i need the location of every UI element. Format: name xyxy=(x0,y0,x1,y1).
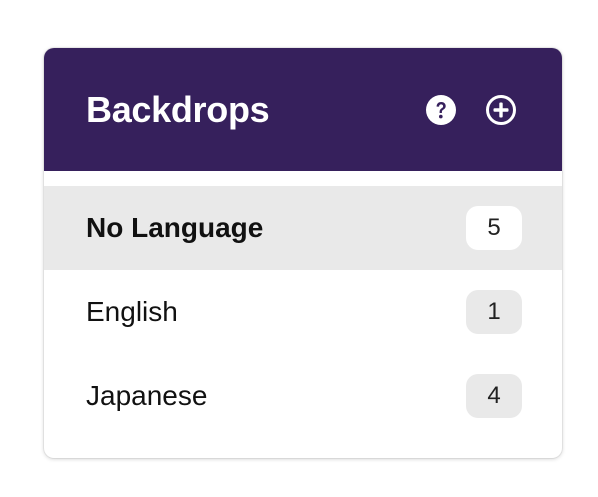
count-badge: 1 xyxy=(466,290,522,334)
language-list: No Language 5 English 1 Japanese 4 xyxy=(44,186,562,438)
plus-circle-icon xyxy=(486,94,516,125)
language-item-english[interactable]: English 1 xyxy=(44,270,562,354)
language-label: English xyxy=(86,296,178,327)
language-label: No Language xyxy=(86,212,264,243)
panel-title: Backdrops xyxy=(86,88,270,130)
count-badge: 5 xyxy=(466,206,522,250)
help-button[interactable] xyxy=(424,93,458,127)
backdrops-panel: Backdrops No Language 5 English 1 Japane… xyxy=(44,48,562,458)
question-circle-icon xyxy=(426,94,456,125)
language-item-japanese[interactable]: Japanese 4 xyxy=(44,354,562,438)
language-item-no-language[interactable]: No Language 5 xyxy=(44,186,562,270)
panel-header: Backdrops xyxy=(44,48,562,171)
add-button[interactable] xyxy=(484,93,518,127)
language-label: Japanese xyxy=(86,380,208,411)
count-badge: 4 xyxy=(466,374,522,418)
